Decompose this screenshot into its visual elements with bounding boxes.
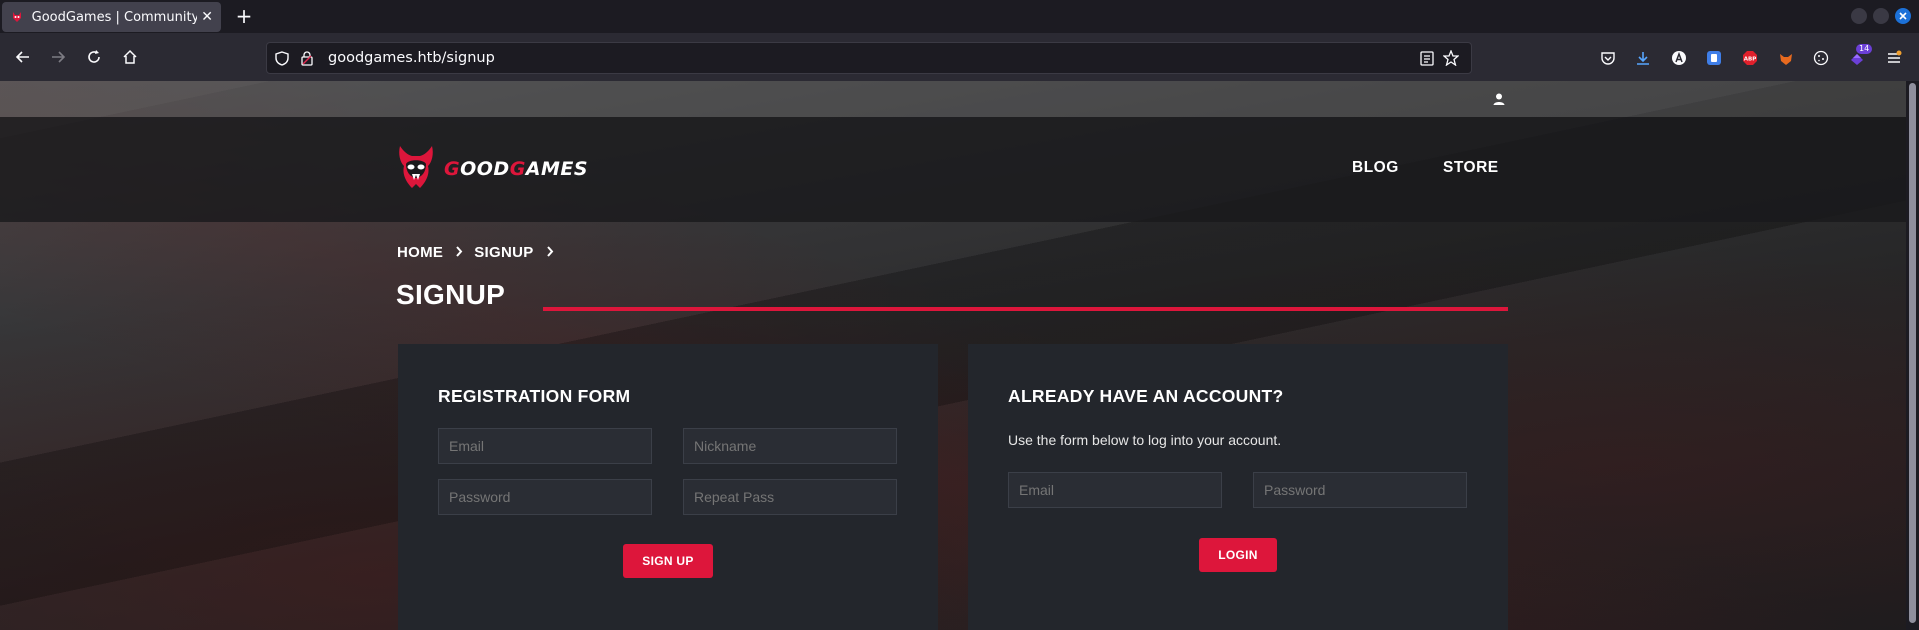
logo-letters-ood: OOD (460, 158, 510, 180)
container-extension-icon[interactable] (1703, 47, 1725, 69)
logo-letters-ames: AMES (525, 158, 589, 180)
page-title: SIGNUP (396, 279, 506, 310)
downloads-icon[interactable] (1632, 47, 1654, 69)
reader-view-icon[interactable] (1420, 51, 1434, 70)
breadcrumb-home[interactable]: HOME (397, 244, 443, 261)
scrollbar-thumb[interactable] (1909, 83, 1916, 623)
window-close-button[interactable] (1895, 8, 1911, 24)
pocket-icon[interactable] (1597, 47, 1619, 69)
extension-badge-count: 14 (1856, 44, 1873, 54)
registration-panel: REGISTRATION FORM SIGN UP (398, 344, 938, 630)
logo-letter-g2: G (509, 158, 526, 180)
browser-tab-bar: GoodGames | Community ✕ + (0, 0, 1919, 33)
site-favicon-icon (10, 10, 24, 24)
address-bar[interactable]: goodgames.htb/signup (266, 42, 1472, 74)
insecure-lock-icon[interactable] (301, 51, 313, 70)
extension-a-icon[interactable] (1668, 47, 1690, 69)
login-password-input[interactable] (1253, 472, 1467, 508)
logo-letter-g1: G (444, 158, 461, 180)
tab-title: GoodGames | Community (31, 9, 198, 25)
tab-close-icon[interactable]: ✕ (201, 10, 213, 24)
breadcrumb-signup[interactable]: SIGNUP (474, 244, 533, 261)
login-description: Use the form below to log into your acco… (1008, 432, 1282, 448)
login-heading: ALREADY HAVE AN ACCOUNT? (1008, 386, 1284, 406)
register-email-input[interactable] (438, 428, 652, 464)
register-nickname-input[interactable] (683, 428, 897, 464)
foxyproxy-icon[interactable] (1775, 47, 1797, 69)
adblock-plus-icon[interactable]: ABP (1739, 47, 1761, 69)
reload-icon[interactable] (83, 46, 105, 68)
new-tab-icon[interactable]: + (233, 6, 255, 28)
demon-logo-icon (396, 144, 436, 194)
web-page: GOODGAMES BLOG STORE HOME SIGNUP SIGNUP … (0, 81, 1906, 630)
svg-text:ABP: ABP (1744, 57, 1756, 63)
browser-tab[interactable]: GoodGames | Community ✕ (2, 2, 221, 32)
tracking-shield-icon[interactable] (275, 51, 289, 70)
site-header: GOODGAMES BLOG STORE (0, 117, 1906, 222)
register-password-input[interactable] (438, 479, 652, 515)
url-text: goodgames.htb/signup (328, 50, 495, 66)
title-divider-line (543, 307, 1508, 311)
page-scrollbar[interactable] (1906, 81, 1919, 630)
top-strip (0, 81, 1906, 117)
window-maximize-button[interactable] (1873, 8, 1889, 24)
logo-wordmark: GOODGAMES (444, 158, 588, 180)
chevron-right-icon (546, 245, 554, 260)
sign-up-button[interactable]: SIGN UP (623, 544, 713, 578)
breadcrumb: HOME SIGNUP (397, 244, 565, 261)
cookie-icon[interactable] (1810, 47, 1832, 69)
register-repeat-password-input[interactable] (683, 479, 897, 515)
menu-hamburger-icon[interactable] (1883, 47, 1905, 69)
user-icon[interactable] (1492, 91, 1506, 105)
nav-blog-link[interactable]: BLOG (1352, 159, 1399, 177)
forward-arrow-icon[interactable] (47, 46, 69, 68)
registration-heading: REGISTRATION FORM (438, 386, 631, 406)
home-icon[interactable] (119, 46, 141, 68)
chevron-right-icon (455, 245, 463, 260)
login-button[interactable]: LOGIN (1199, 538, 1277, 572)
bookmark-star-icon[interactable] (1442, 49, 1460, 70)
login-email-input[interactable] (1008, 472, 1222, 508)
window-minimize-button[interactable] (1851, 8, 1867, 24)
login-panel: ALREADY HAVE AN ACCOUNT? Use the form be… (968, 344, 1508, 630)
nav-store-link[interactable]: STORE (1443, 159, 1499, 177)
site-logo[interactable]: GOODGAMES (396, 144, 588, 194)
back-arrow-icon[interactable] (12, 46, 34, 68)
